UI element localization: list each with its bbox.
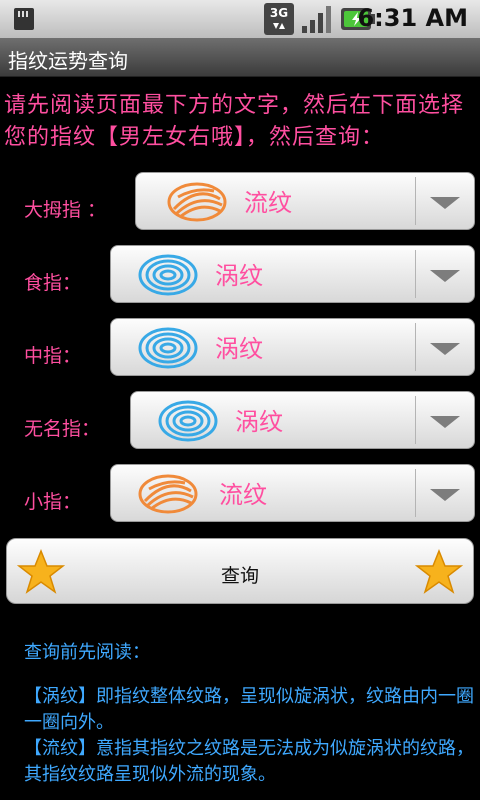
label-index: 食指： <box>24 272 82 294</box>
network-3g-icon: 3G <box>264 3 294 35</box>
whorl-fingerprint-icon <box>138 254 198 296</box>
notes-body: 【涡纹】即指纹整体纹路，呈现似旋涡状，纹路由内一圈一圈向外。 【流纹】意指其指纹… <box>24 684 476 788</box>
spinner-value: 涡纹 <box>215 262 263 290</box>
chevron-down-icon <box>430 489 460 501</box>
chevron-down-icon <box>430 197 460 209</box>
spinner-value: 涡纹 <box>215 335 263 363</box>
chevron-down-icon <box>430 416 460 428</box>
label-little: 小指： <box>24 491 82 513</box>
label-thumb: 大拇指 ： <box>24 199 107 221</box>
svg-text:3G: 3G <box>270 6 288 20</box>
whorl-fingerprint-icon <box>138 327 198 369</box>
label-middle: 中指： <box>24 345 82 367</box>
loop-fingerprint-icon <box>138 474 198 514</box>
spinner-thumb[interactable]: 流纹 <box>135 172 475 230</box>
spinner-value: 流纹 <box>244 189 292 217</box>
spinner-value: 涡纹 <box>235 408 283 436</box>
query-button-label: 查询 <box>220 565 259 587</box>
divider <box>415 469 416 517</box>
sd-card-icon <box>14 8 34 30</box>
note-whorl: 【涡纹】即指纹整体纹路，呈现似旋涡状，纹路由内一圈一圈向外。 <box>24 686 474 733</box>
spinner-index[interactable]: 涡纹 <box>110 245 475 303</box>
status-bar: 3G 6:31 AM <box>0 0 480 38</box>
chevron-down-icon <box>430 270 460 282</box>
whorl-fingerprint-icon <box>158 400 218 442</box>
title-bar: 指纹运势查询 <box>0 38 480 77</box>
divider <box>415 177 416 225</box>
divider <box>415 250 416 298</box>
signal-strength-icon <box>302 6 331 33</box>
loop-fingerprint-icon <box>167 182 227 222</box>
spinner-ring[interactable]: 涡纹 <box>130 391 475 449</box>
divider <box>415 396 416 444</box>
notes-title: 查询前先阅读： <box>24 642 150 663</box>
spinner-value: 流纹 <box>219 481 267 509</box>
star-icon <box>415 549 463 594</box>
spinner-little[interactable]: 流纹 <box>110 464 475 522</box>
instruction-text: 请先阅读页面最下方的文字，然后在下面选择您的指纹【男左女右哦】，然后查询： <box>4 93 465 150</box>
note-loop: 【流纹】意指其指纹之纹路是无法成为似旋涡状的纹路，其指纹纹路呈现似外流的现象。 <box>24 738 474 785</box>
label-ring: 无名指： <box>24 418 101 440</box>
divider <box>415 323 416 371</box>
chevron-down-icon <box>430 343 460 355</box>
app-title: 指纹运势查询 <box>8 49 128 73</box>
clock: 6:31 AM <box>357 4 468 32</box>
spinner-middle[interactable]: 涡纹 <box>110 318 475 376</box>
query-button[interactable]: 查询 <box>6 538 474 604</box>
